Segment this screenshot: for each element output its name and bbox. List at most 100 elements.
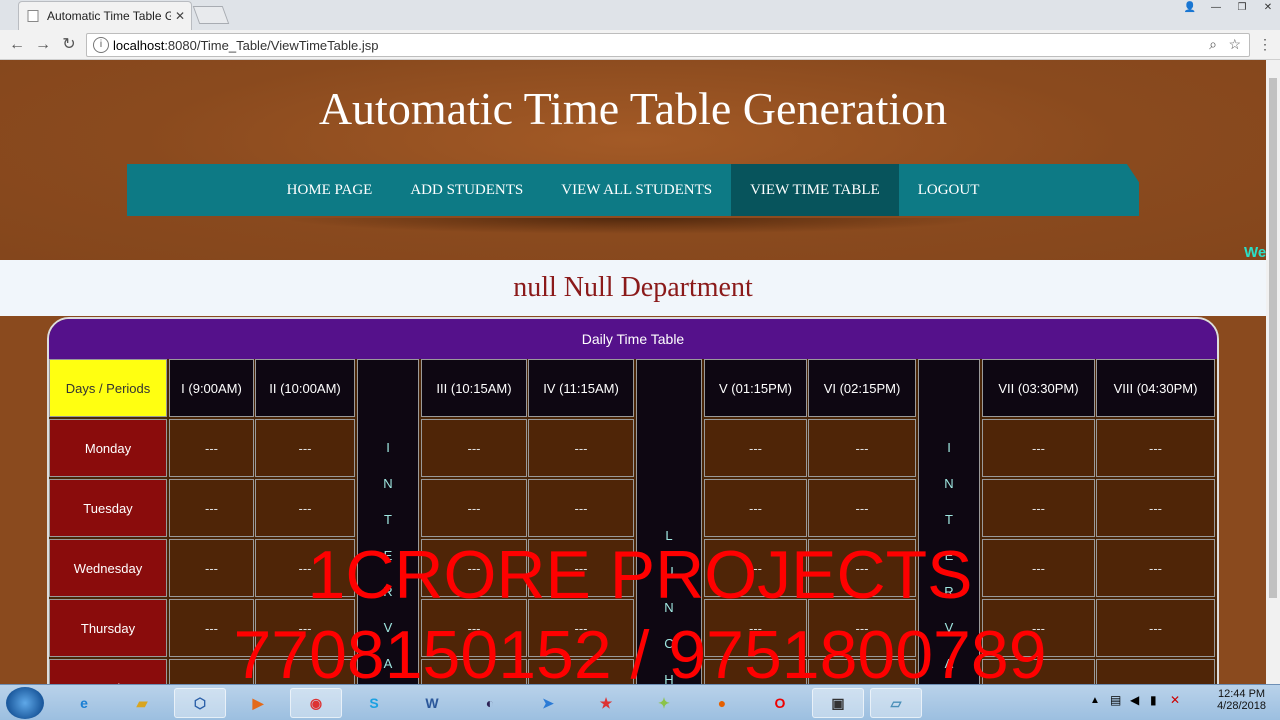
timetable-cell: --- [808,419,916,477]
main-nav: HOME PAGE ADD STUDENTS VIEW ALL STUDENTS… [127,164,1139,216]
nav-home-page[interactable]: HOME PAGE [268,164,392,216]
timetable-cell: --- [704,479,807,537]
timetable-cell: --- [169,419,254,477]
opera-icon[interactable]: O [754,688,806,718]
site-header: Automatic Time Table Generation HOME PAG… [0,60,1266,261]
timetable-cell: --- [528,419,634,477]
lunch-letter: L [665,528,673,543]
firefox-icon[interactable]: ● [696,688,748,718]
page-viewport: Automatic Time Table Generation HOME PAG… [0,60,1266,684]
reload-icon[interactable]: ↻ [58,34,80,56]
timetable-caption: Daily Time Table [49,319,1217,359]
interval-letter: R [383,584,393,599]
day-label: Thursday [49,599,167,657]
start-button[interactable] [6,687,44,719]
interval-letter: V [944,620,954,635]
browser-menu-icon[interactable]: ⋮ [1258,36,1272,53]
scrollbar-thumb[interactable] [1269,78,1277,598]
skype-icon[interactable]: S [348,688,400,718]
interval-letter: E [944,548,954,563]
folder-icon[interactable]: ▰ [116,688,168,718]
forward-arrow-icon[interactable]: → [32,34,54,56]
timetable-cell: --- [704,419,807,477]
bookmark-star-icon[interactable]: ☆ [1228,36,1241,53]
nav-logout[interactable]: LOGOUT [899,164,999,216]
address-bar[interactable]: i localhost:8080/Time_Table/ViewTimeTabl… [86,33,1250,57]
site-info-icon[interactable]: i [93,37,109,53]
period-header: III (10:15AM) [421,359,527,417]
timetable-cell: --- [704,539,807,597]
browser-tab-strip: Automatic Time Table Ge ✕ 👤 — ❐ ✕ [0,0,1280,30]
clock-time: 12:44 PM [1217,688,1266,700]
timetable-cell: --- [1096,539,1215,597]
period-header: VII (03:30PM) [982,359,1095,417]
timetable-cell: --- [528,539,634,597]
notes-icon[interactable]: ▱ [870,688,922,718]
close-window-icon[interactable]: ✕ [1256,0,1280,16]
timetable-cell: --- [704,599,807,657]
clock[interactable]: 12:44 PM 4/28/2018 [1217,688,1266,712]
recorder-icon[interactable]: ▣ [812,688,864,718]
back-arrow-icon[interactable]: ← [6,34,28,56]
nav-add-students[interactable]: ADD STUDENTS [391,164,542,216]
ie-icon[interactable]: e [58,688,110,718]
nav-shadow [280,218,986,234]
timetable-panel: Daily Time Table Days / Periods I (9:00AM… [47,317,1219,684]
period-header: II (10:00AM) [255,359,355,417]
windows-taskbar: e ▰ ⬡ ▶ ◉ S W ◐ ➤ ★ ✦ ● O ▣ ▱ ▲ ▤ ◀ ▮ ✕ … [0,684,1280,720]
timetable-cell: --- [1096,419,1215,477]
timetable-cell: --- [421,599,527,657]
media-player-icon[interactable]: ▶ [232,688,284,718]
department-title: null Null Department [513,272,753,303]
period-header: VI (02:15PM) [808,359,916,417]
virtualbox-icon[interactable]: ⬡ [174,688,226,718]
interval-letter: V [383,620,393,635]
url-text[interactable]: localhost:8080/Time_Table/ViewTimeTable.… [113,38,378,53]
interval-letter: A [383,656,393,671]
day-label: Saturday [49,659,167,684]
day-label: Tuesday [49,479,167,537]
lunch-letter: H [664,672,674,684]
timetable-cell: --- [808,539,916,597]
eclipse-icon[interactable]: ◐ [464,688,516,718]
star-app-icon[interactable]: ★ [580,688,632,718]
interval-letter: R [944,584,954,599]
page-scrollbar[interactable] [1266,60,1280,684]
new-tab-button[interactable] [192,6,230,24]
url-path: :8080/Time_Table/ViewTimeTable.jsp [164,38,379,53]
profile-icon[interactable]: 👤 [1178,0,1202,16]
interval-letter: T [945,512,953,527]
browser-tab[interactable]: Automatic Time Table Ge ✕ [18,1,192,30]
volume-icon[interactable]: ◀ [1130,693,1139,707]
lunch-letter: U [664,564,674,579]
minimize-icon[interactable]: — [1204,0,1228,16]
tray-device-icon[interactable]: ▤ [1110,693,1121,707]
lunch-column: L U N C H [636,359,702,684]
nav-view-all-students[interactable]: VIEW ALL STUDENTS [542,164,731,216]
department-bar: null Null Department [0,260,1266,316]
network-icon[interactable]: ▮ [1150,693,1157,707]
dolphin-icon[interactable]: ➤ [522,688,574,718]
word-icon[interactable]: W [406,688,458,718]
interval-letter: T [384,512,392,527]
tab-close-icon[interactable]: ✕ [175,9,185,23]
lunch-letter: C [664,636,674,651]
interval-letter: I [386,440,390,455]
timetable-cell: --- [169,479,254,537]
android-studio-icon[interactable]: ✦ [638,688,690,718]
timetable-grid: Days / Periods I (9:00AM) II (10:00AM) I N T E… [49,359,1217,684]
timetable-cell: --- [1096,479,1215,537]
timetable-cell: --- [808,659,916,684]
restore-icon[interactable]: ❐ [1230,0,1254,16]
zoom-icon[interactable]: ⌕ [1209,36,1217,53]
power-icon[interactable]: ✕ [1170,693,1180,707]
tab-title: Automatic Time Table Ge [47,9,171,23]
site-title: Automatic Time Table Generation [318,83,948,134]
interval-column: INTERVAL [918,359,980,684]
timetable-cell: --- [808,599,916,657]
nav-view-time-table[interactable]: VIEW TIME TABLE [731,164,899,216]
chrome-icon[interactable]: ◉ [290,688,342,718]
interval-letter: I [947,440,951,455]
tray-expand-icon[interactable]: ▲ [1090,695,1100,706]
timetable-cell: --- [421,419,527,477]
